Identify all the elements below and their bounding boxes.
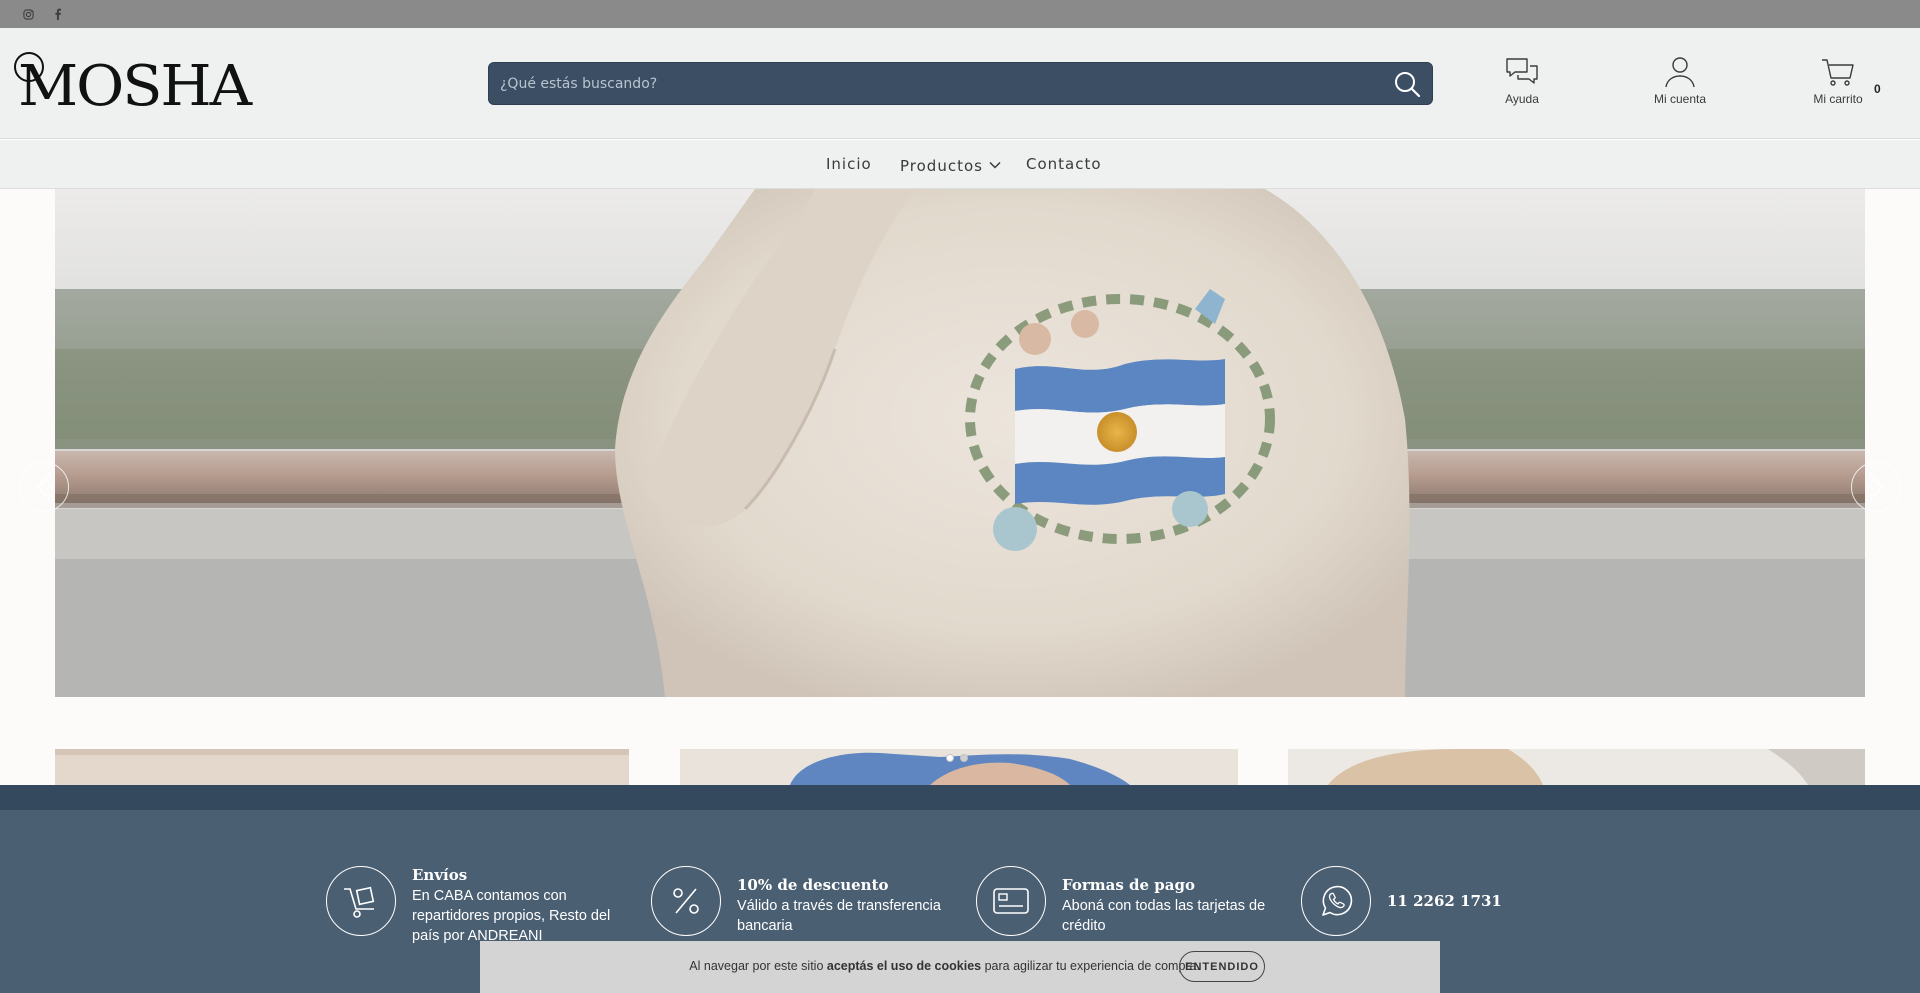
feature-title: 10% de descuento bbox=[737, 876, 889, 894]
cookie-text-before: Al navegar por este sitio bbox=[689, 959, 827, 973]
user-icon bbox=[1665, 57, 1695, 88]
nav-item-productos[interactable]: Productos bbox=[900, 155, 1001, 175]
cookie-banner: Al navegar por este sitio aceptás el uso… bbox=[480, 941, 1440, 993]
feature-title: Formas de pago bbox=[1062, 876, 1195, 894]
footer-top-band bbox=[0, 785, 1920, 810]
hero-slider bbox=[0, 189, 1920, 785]
brand-logo[interactable]: MOSHA bbox=[14, 52, 252, 118]
category-banner-1[interactable] bbox=[55, 749, 629, 785]
chevron-down-icon bbox=[989, 155, 1001, 173]
category-banner-3[interactable] bbox=[1288, 749, 1865, 785]
chevron-left-icon bbox=[36, 473, 51, 501]
hero-slide-image bbox=[55, 189, 1865, 697]
nav-item-inicio[interactable]: Inicio bbox=[826, 155, 872, 173]
slider-pagination bbox=[946, 754, 968, 764]
shopping-cart-icon bbox=[1822, 59, 1854, 86]
account-link[interactable]: Mi cuenta bbox=[1625, 56, 1735, 116]
cookie-accept-button[interactable]: ENTENDIDO bbox=[1179, 951, 1265, 982]
help-label: Ayuda bbox=[1505, 92, 1539, 106]
logo-text: MOSHA bbox=[18, 54, 252, 119]
nav-item-productos-label: Productos bbox=[900, 157, 983, 175]
chat-bubbles-icon bbox=[1506, 58, 1538, 84]
cart-count-badge: 0 bbox=[1874, 82, 1881, 96]
search-icon[interactable] bbox=[1392, 69, 1422, 99]
slider-prev-arrow[interactable] bbox=[19, 462, 69, 512]
percent-icon bbox=[651, 866, 721, 936]
slider-next-arrow[interactable] bbox=[1851, 462, 1901, 512]
chevron-right-icon bbox=[1869, 473, 1884, 501]
facebook-icon[interactable] bbox=[51, 7, 65, 21]
feature-title: Envíos bbox=[412, 866, 468, 884]
account-label: Mi cuenta bbox=[1653, 92, 1707, 106]
nav-item-contacto[interactable]: Contacto bbox=[1026, 155, 1102, 173]
cookie-text-bold: aceptás el uso de cookies bbox=[826, 959, 982, 973]
feature-description: Válido a través de transferencia bancari… bbox=[737, 898, 941, 934]
cookie-text-after: para agilizar tu experiencia de compra. bbox=[981, 959, 1200, 973]
feature-description: Aboná con todas las tarjetas de crédito bbox=[1062, 898, 1266, 934]
slider-dot-1[interactable] bbox=[946, 754, 954, 762]
instagram-icon[interactable] bbox=[21, 7, 35, 21]
help-link[interactable]: Ayuda bbox=[1467, 56, 1577, 116]
slider-dot-2[interactable] bbox=[960, 754, 968, 762]
main-nav: Inicio Productos Contacto bbox=[0, 140, 1920, 189]
search-input[interactable] bbox=[489, 63, 1369, 104]
cookie-message: Al navegar por este sitio aceptás el uso… bbox=[480, 959, 1200, 973]
site-header: MOSHA Ayuda Mi cuenta Mi carrito 0 bbox=[0, 28, 1920, 139]
delivery-cart-icon bbox=[326, 866, 396, 936]
whatsapp-number[interactable]: 11 2262 1731 bbox=[1387, 892, 1602, 911]
credit-card-icon bbox=[976, 866, 1046, 936]
top-bar bbox=[0, 0, 1920, 28]
search-bar bbox=[488, 62, 1433, 105]
feature-description: En CABA contamos con repartidores propio… bbox=[412, 888, 611, 944]
whatsapp-icon bbox=[1301, 866, 1371, 936]
